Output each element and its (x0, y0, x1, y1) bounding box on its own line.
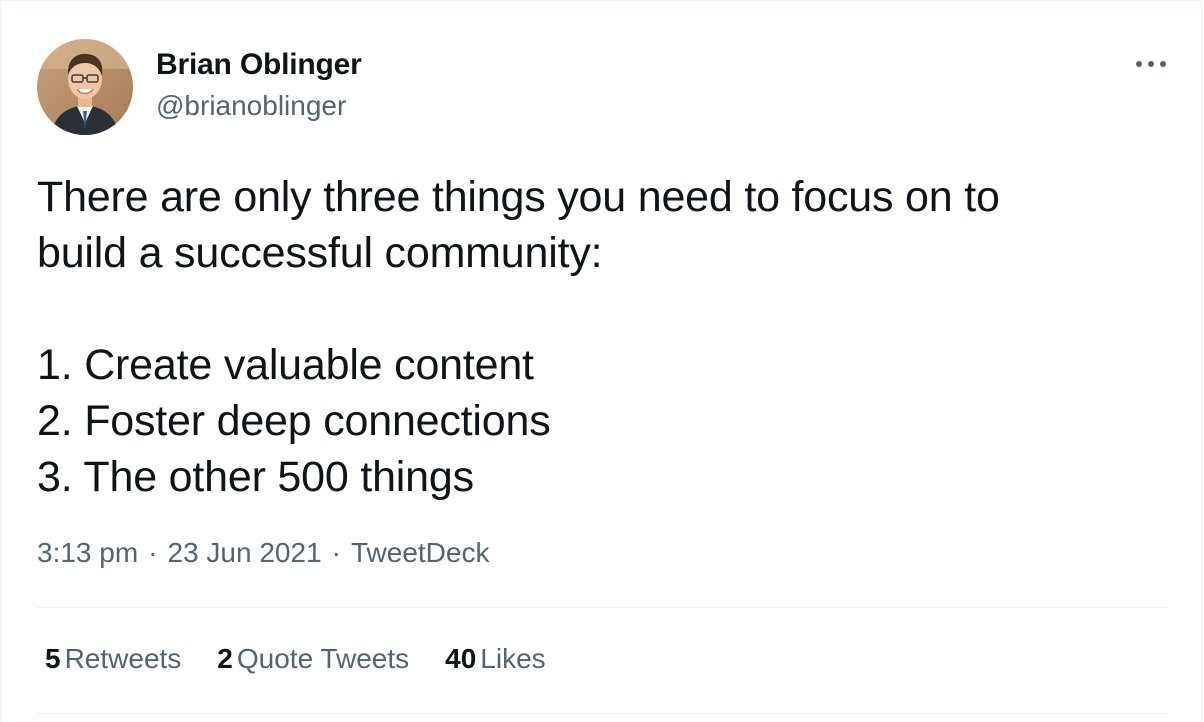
divider (37, 607, 1169, 608)
tweet-source-link[interactable]: TweetDeck (351, 537, 490, 569)
author-name[interactable]: Brian Oblinger (156, 48, 362, 82)
more-options-button[interactable] (1131, 49, 1171, 79)
avatar[interactable] (37, 39, 133, 135)
likes-count: 40 (445, 643, 477, 674)
ellipsis-icon (1136, 61, 1166, 67)
quote-tweets-count: 2 (217, 643, 233, 674)
tweet-stats: 5 Retweets 2 Quote Tweets 40 Likes (45, 643, 582, 675)
divider (37, 713, 1169, 714)
tweet-card: Brian Oblinger @brianoblinger There are … (0, 0, 1202, 722)
tweet-meta: 3:13 pm · 23 Jun 2021 · TweetDeck (37, 537, 489, 569)
meta-separator: · (148, 537, 158, 568)
likes-stat-link[interactable]: 40 Likes (445, 643, 546, 675)
quote-tweets-stat-link[interactable]: 2 Quote Tweets (217, 643, 409, 675)
tweet-date-link[interactable]: 23 Jun 2021 (168, 537, 322, 569)
meta-separator: · (331, 537, 341, 568)
tweet-time-link[interactable]: 3:13 pm (37, 537, 138, 569)
tweet-text: There are only three things you need to … (37, 173, 1000, 501)
quote-tweets-label: Quote Tweets (236, 643, 410, 674)
retweets-count: 5 (45, 643, 61, 674)
likes-label: Likes (480, 643, 546, 674)
retweets-label: Retweets (64, 643, 182, 674)
profile-photo-icon (37, 39, 133, 135)
retweets-stat-link[interactable]: 5 Retweets (45, 643, 181, 675)
author-handle[interactable]: @brianoblinger (156, 90, 346, 122)
